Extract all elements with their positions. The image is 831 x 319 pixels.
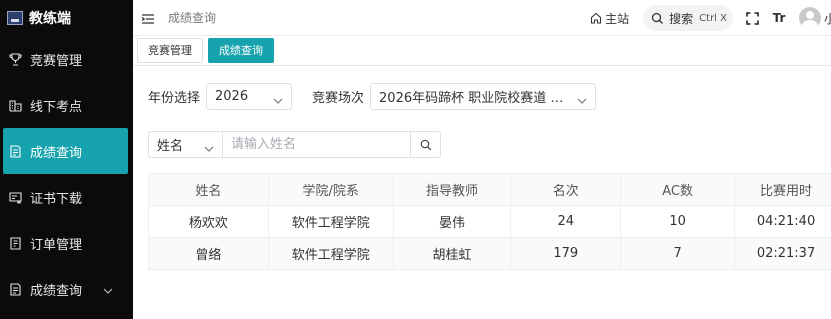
cell-college: 软件工程学院 [267,205,394,238]
cell-teacher: 晏伟 [392,205,512,238]
column-header[interactable]: AC数 [620,173,736,206]
user-name[interactable]: 小 [824,10,831,27]
cell-time: 04:21:40 [734,205,831,238]
results-table: 姓名 学院/院系 指导教师 名次 AC数 比赛用时 杨欢欢 软件工程学院 晏伟 … [148,173,831,270]
sidebar-item-score-query-group[interactable]: 成绩查询 [0,266,133,312]
sidebar-item-label: 证书下载 [30,191,83,207]
certificate-icon [9,191,22,204]
competition-select[interactable]: 2026年码蹄杯 职业院校赛道 & 青少年... [370,83,597,110]
cell-ac-count: 10 [620,205,736,238]
column-header[interactable]: 名次 [510,173,622,206]
order-icon [9,236,22,250]
search-shortcut: Ctrl X [699,12,727,24]
year-select[interactable]: 2026 [206,83,293,110]
sidebar-item-label: 线下考点 [30,99,83,115]
sidebar-item-offline-venue[interactable]: 线下考点 [0,82,133,128]
chevron-down-icon [103,283,113,298]
home-link[interactable]: 主站 [590,10,629,27]
search-field-select[interactable]: 姓名 [148,131,222,158]
year-value: 2026 [215,89,249,104]
sidebar-item-label: 成绩查询 [30,145,83,161]
sidebar-item-label: 成绩查询 [30,283,83,299]
home-icon [591,12,602,24]
search-button[interactable] [411,131,441,158]
chevron-down-icon [273,93,283,108]
search-label: 搜索 [669,11,694,26]
fullscreen-icon[interactable] [745,11,759,25]
app-root: 教练端 竞赛管理 线下考点 成绩查询 证书下载 订单管理 成绩查询 成绩查询 主… [0,0,831,319]
year-label: 年份选择 [148,91,201,106]
top-header: 成绩查询 主站 搜索 Ctrl X Tr 小 [133,0,831,36]
competition-label: 竞赛场次 [312,91,365,106]
chevron-down-icon [577,93,587,108]
table-row[interactable]: 曾络 软件工程学院 胡桂虹 179 7 02:21:37 [148,237,831,270]
sidebar-item-certificate-download[interactable]: 证书下载 [0,174,133,220]
name-search-input[interactable] [222,131,411,158]
table-header-row: 姓名 学院/院系 指导教师 名次 AC数 比赛用时 [148,173,831,206]
cell-rank: 24 [510,205,622,238]
competition-value: 2026年码蹄杯 职业院校赛道 & 青少年... [379,91,569,106]
cell-teacher: 胡桂虹 [392,237,512,270]
avatar[interactable] [799,7,821,29]
sidebar-menu: 竞赛管理 线下考点 成绩查询 证书下载 订单管理 成绩查询 [0,36,133,312]
document-icon [9,282,22,296]
tab-competition-management[interactable]: 竞赛管理 [137,38,203,63]
table-row[interactable]: 杨欢欢 软件工程学院 晏伟 24 10 04:21:40 [148,205,831,238]
home-label: 主站 [605,11,630,26]
search-icon [420,139,431,150]
sidebar: 教练端 竞赛管理 线下考点 成绩查询 证书下载 订单管理 成绩查询 [0,0,133,319]
search-icon [652,12,664,24]
document-icon [9,144,22,158]
sidebar-item-order-management[interactable]: 订单管理 [0,220,133,266]
sidebar-item-label: 订单管理 [30,237,83,253]
font-size-icon[interactable]: Tr [772,11,786,25]
cell-name: 曾络 [148,237,269,270]
cell-ac-count: 7 [620,237,736,270]
sidebar-item-competition-management[interactable]: 竞赛管理 [0,36,133,82]
app-title: 教练端 [29,11,71,27]
column-header[interactable]: 姓名 [148,173,269,206]
search-field-value: 姓名 [157,139,184,154]
filter-row: 年份选择 2026 竞赛场次 2026年码蹄杯 职业院校赛道 & 青少年... [148,83,597,110]
global-search[interactable]: 搜索 Ctrl X [643,5,733,31]
sidebar-item-label: 竞赛管理 [30,53,83,69]
menu-toggle-icon[interactable] [141,13,154,24]
page-tabs: 竞赛管理 成绩查询 [133,36,831,66]
tab-score-query[interactable]: 成绩查询 [208,38,274,63]
chevron-down-icon [204,141,214,156]
column-header[interactable]: 比赛用时 [734,173,831,206]
brand[interactable]: 教练端 [0,0,133,36]
breadcrumb: 成绩查询 [168,11,217,25]
building-icon [9,99,22,112]
main-content: 年份选择 2026 竞赛场次 2026年码蹄杯 职业院校赛道 & 青少年... … [133,67,831,319]
name-search-group: 姓名 [148,131,441,158]
cell-time: 02:21:37 [734,237,831,270]
trophy-icon [9,52,22,66]
cell-college: 软件工程学院 [267,237,394,270]
column-header[interactable]: 指导教师 [392,173,512,206]
cell-rank: 179 [510,237,622,270]
column-header[interactable]: 学院/院系 [267,173,394,206]
logo-icon [7,11,23,25]
sidebar-item-score-query[interactable]: 成绩查询 [3,128,128,174]
header-actions: 主站 搜索 Ctrl X Tr 小 [590,0,831,36]
cell-name: 杨欢欢 [148,205,269,238]
